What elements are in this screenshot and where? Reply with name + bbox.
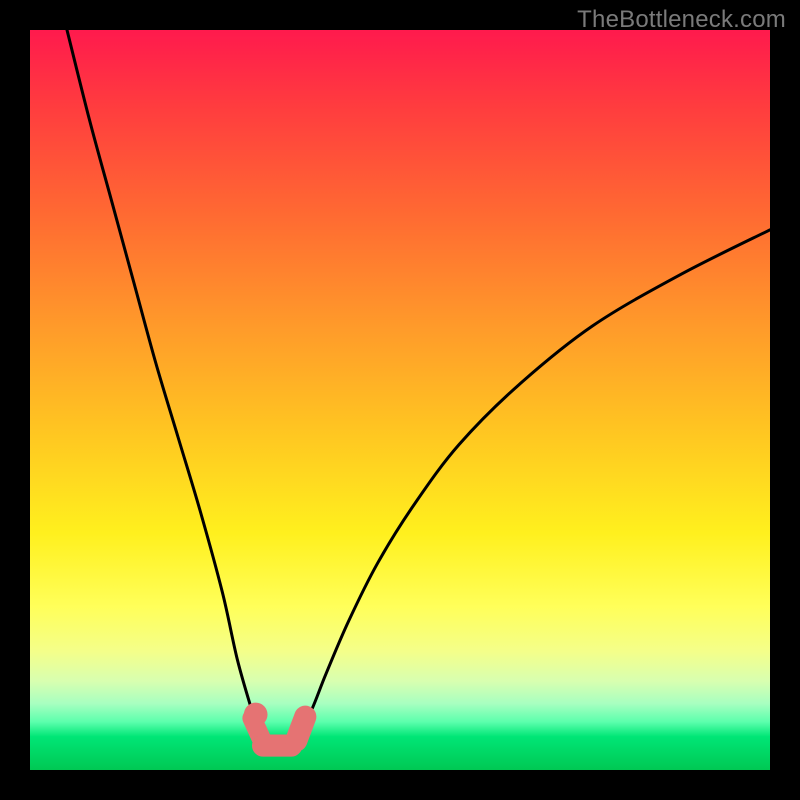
bottleneck-curve bbox=[67, 30, 770, 748]
marker-left-dot bbox=[244, 703, 268, 727]
chart-frame: TheBottleneck.com bbox=[0, 0, 800, 800]
plot-area bbox=[30, 30, 770, 770]
marker-group bbox=[244, 703, 305, 746]
curve-svg bbox=[30, 30, 770, 770]
marker-right-bar bbox=[296, 717, 305, 741]
marker-left-bar bbox=[252, 718, 263, 742]
